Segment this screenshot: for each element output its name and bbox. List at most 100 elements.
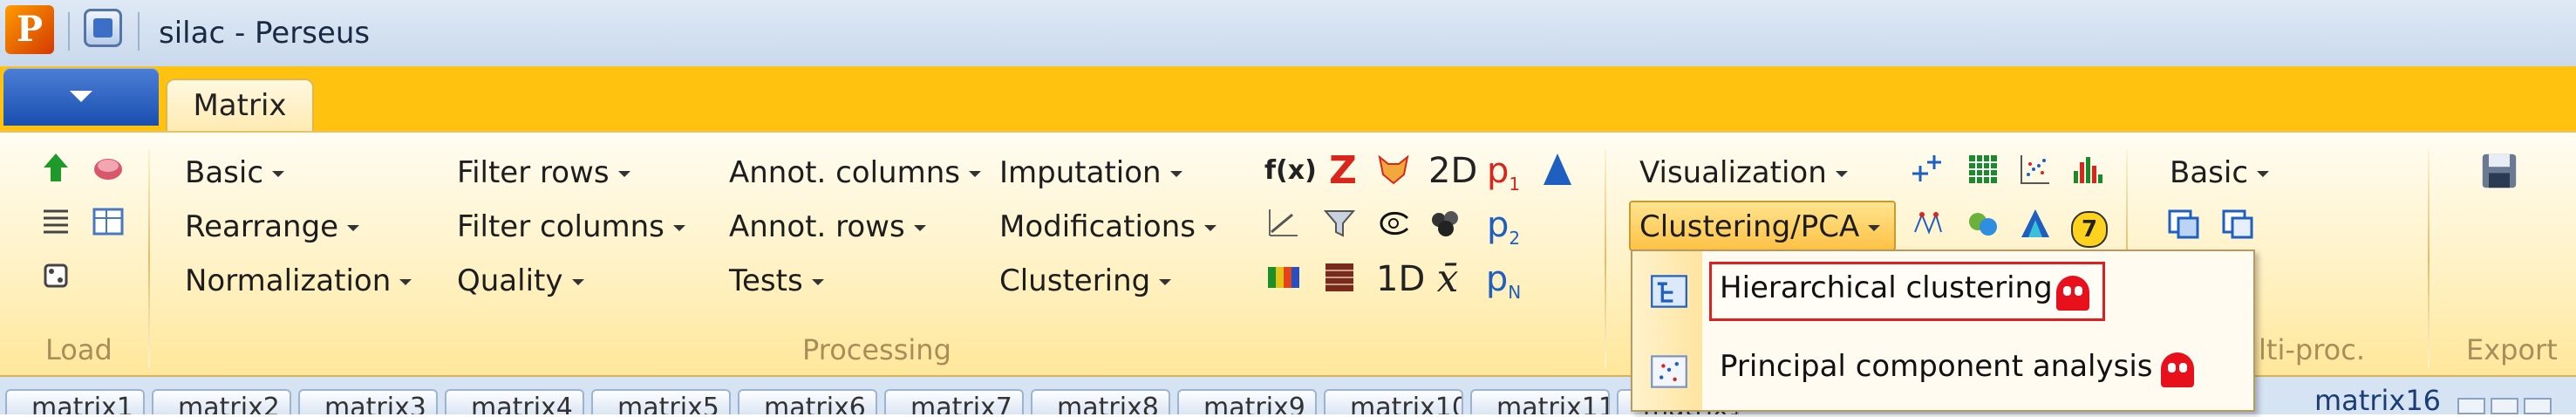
tests-dropdown[interactable]: Tests — [729, 263, 824, 298]
group-label-processing: Processing — [802, 333, 951, 366]
line-chart-icon[interactable] — [1266, 206, 1301, 241]
network-icon[interactable] — [1910, 206, 1945, 241]
random-dice-icon[interactable] — [38, 258, 73, 293]
pn-icon[interactable]: pN — [1484, 260, 1523, 303]
annot-rows-dropdown[interactable]: Annot. rows — [729, 209, 926, 244]
matrix-tab[interactable]: matrix11 — [1470, 389, 1610, 414]
caret-down-icon — [913, 225, 926, 231]
scatter-cross-icon[interactable] — [1910, 152, 1945, 187]
dendrogram-color-icon[interactable] — [2018, 206, 2053, 241]
pattern-icon[interactable] — [1322, 260, 1357, 295]
function-icon[interactable]: f(x) — [1264, 152, 1317, 190]
load-file-icon[interactable] — [91, 150, 126, 185]
group-label-export: Export — [2466, 333, 2558, 366]
filter-columns-dropdown[interactable]: Filter columns — [457, 209, 685, 244]
heatmap-icon[interactable] — [1266, 260, 1301, 295]
caret-down-icon — [968, 171, 981, 177]
scatter-icon — [1651, 355, 1687, 388]
matrix-tab[interactable]: matrix10 — [1324, 389, 1463, 414]
multi-join-icon[interactable] — [2220, 206, 2255, 241]
group-separator — [148, 150, 150, 368]
hierarchy-icon — [1651, 275, 1687, 308]
matrix-tab[interactable]: matrix5 — [591, 389, 731, 414]
matrix-tab[interactable]: matrix7 — [884, 389, 1024, 414]
rearrange-dropdown[interactable]: Rearrange — [185, 209, 360, 244]
cluster-bubbles-icon[interactable] — [1428, 206, 1463, 241]
fox-icon[interactable] — [1376, 152, 1411, 187]
filter-funnel-icon[interactable] — [1322, 206, 1357, 241]
group-separator — [2428, 150, 2429, 368]
spheres-icon[interactable] — [1966, 206, 2000, 241]
modifications-dropdown[interactable]: Modifications — [999, 209, 1216, 244]
red-ghost-icon — [2161, 352, 2194, 387]
group-label-load: Load — [45, 333, 112, 366]
annot-columns-dropdown[interactable]: Annot. columns — [729, 155, 981, 190]
matrix-tab-current[interactable]: matrix16 — [2314, 384, 2441, 417]
caret-down-icon — [571, 279, 584, 285]
ribbon-tab-strip — [0, 66, 2576, 131]
matrix-tab[interactable]: matrix1 — [5, 389, 145, 414]
matrix-tab[interactable]: matrix8 — [1031, 389, 1170, 414]
tab-scroll-left-button[interactable] — [2457, 398, 2485, 414]
toolbar-separator — [68, 12, 70, 51]
load-arrow-icon[interactable] — [38, 150, 73, 185]
chevron-down-icon — [70, 91, 92, 102]
caret-down-icon — [1159, 279, 1172, 285]
histogram-icon[interactable] — [2070, 152, 2105, 187]
triangle-icon[interactable] — [1540, 152, 1575, 187]
application-menu-button[interactable] — [3, 68, 159, 126]
caret-down-icon — [1169, 171, 1182, 177]
grid-icon[interactable] — [1966, 152, 2000, 187]
normalization-dropdown[interactable]: Normalization — [185, 263, 412, 298]
caret-down-icon — [1203, 225, 1216, 231]
two-d-icon[interactable]: 2D — [1428, 152, 1477, 190]
filter-rows-dropdown[interactable]: Filter rows — [457, 155, 630, 190]
group-label-multi-proc: lti-proc. — [2259, 333, 2365, 366]
quick-access-button[interactable] — [84, 9, 122, 47]
p2-icon[interactable]: p2 — [1484, 206, 1523, 249]
tab-close-button[interactable] — [2524, 398, 2552, 414]
caret-down-icon — [347, 225, 360, 231]
table-load-icon[interactable] — [91, 204, 126, 239]
menu-item-label: Hierarchical clustering — [1720, 270, 2053, 305]
clustering-dropdown[interactable]: Clustering — [999, 263, 1172, 298]
title-bar — [0, 0, 2576, 66]
tab-matrix[interactable]: Matrix — [166, 79, 314, 133]
p1-icon[interactable]: p1 — [1484, 152, 1523, 195]
caret-down-icon — [1835, 171, 1848, 177]
caret-down-icon — [672, 225, 685, 231]
caret-down-icon — [399, 279, 412, 285]
matrix-tab[interactable]: matrix3 — [298, 389, 438, 414]
proportional-icon[interactable] — [1376, 206, 1411, 241]
tab-scroll-right-button[interactable] — [2491, 398, 2518, 414]
basic-dropdown[interactable]: Basic — [185, 155, 285, 190]
multi-table-icon[interactable] — [2166, 206, 2201, 241]
multi-basic-dropdown[interactable]: Basic — [2170, 155, 2270, 190]
list-icon[interactable] — [38, 204, 73, 239]
perseus-logo-icon[interactable]: P — [5, 5, 54, 54]
caret-down-icon — [1868, 225, 1881, 231]
matrix-tab[interactable]: matrix4 — [445, 389, 584, 414]
toolbar-separator — [138, 12, 140, 51]
quality-dropdown[interactable]: Quality — [457, 263, 584, 298]
matrix-tab[interactable]: matrix2 — [152, 389, 291, 414]
caret-down-icon — [272, 171, 285, 177]
x-bar-icon[interactable]: x̄ — [1428, 260, 1467, 298]
caret-down-icon — [811, 279, 824, 285]
menu-item-label: Principal component analysis — [1720, 349, 2153, 384]
group-separator — [1605, 150, 1606, 368]
z-score-icon[interactable]: Z — [1324, 152, 1362, 190]
caret-down-icon — [2257, 171, 2270, 177]
number-seven-icon[interactable]: 7 — [2070, 206, 2109, 248]
red-ghost-icon — [2056, 276, 2089, 311]
clustering-pca-dropdown[interactable]: Clustering/PCA — [1639, 209, 1881, 244]
imputation-dropdown[interactable]: Imputation — [999, 155, 1182, 190]
visualization-dropdown[interactable]: Visualization — [1639, 155, 1848, 190]
matrix-tab[interactable]: matrix9 — [1177, 389, 1317, 414]
window-title: silac - Perseus — [159, 16, 371, 51]
caret-down-icon — [617, 171, 630, 177]
save-icon[interactable] — [2478, 150, 2520, 192]
scatter-plot-icon[interactable] — [2018, 152, 2053, 187]
matrix-tab[interactable]: matrix6 — [738, 389, 877, 414]
one-d-icon[interactable]: 1D — [1376, 260, 1425, 298]
